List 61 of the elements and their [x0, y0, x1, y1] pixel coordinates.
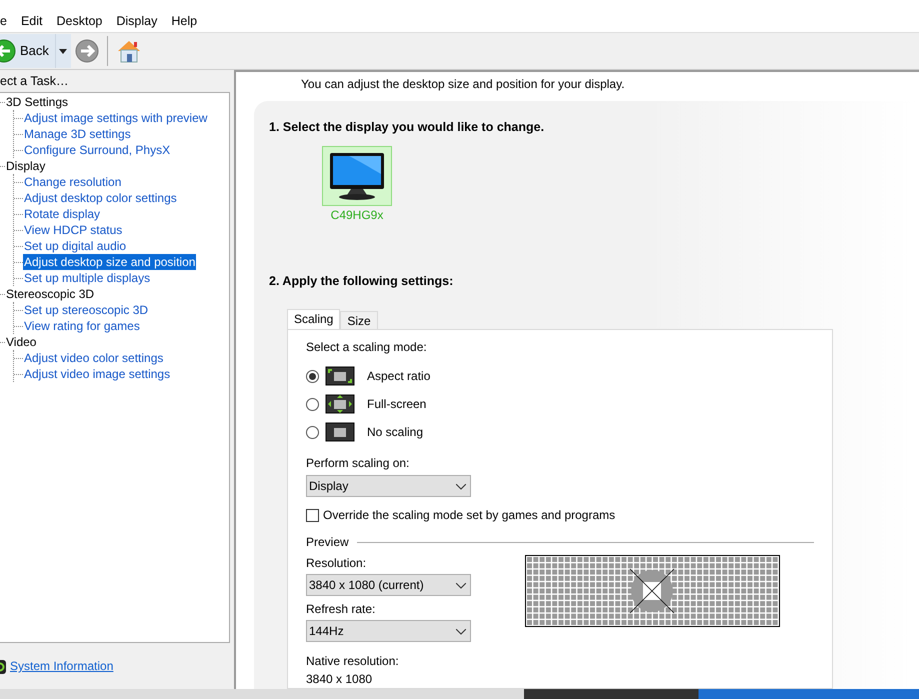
chevron-icon	[456, 582, 466, 589]
intro-text: You can adjust the desktop size and position for your display.	[300, 76, 626, 93]
dropdown[interactable]: Display	[306, 475, 471, 497]
radio-label[interactable]: Aspect ratio	[367, 367, 430, 385]
radio-label[interactable]: No scaling	[367, 423, 424, 441]
tree-link[interactable]: Configure Surround, PhysX	[23, 142, 172, 158]
radio-button[interactable]	[306, 426, 319, 438]
field-label: Select a scaling mode:	[306, 339, 428, 356]
tree-link[interactable]: Adjust desktop color settings	[23, 190, 178, 206]
tree-category[interactable]: 3D Settings	[5, 94, 70, 110]
tree-link[interactable]: View HDCP status	[23, 222, 124, 238]
display-tile[interactable]	[322, 146, 392, 206]
dropdown[interactable]: 144Hz	[306, 620, 471, 642]
radio-button[interactable]	[306, 370, 319, 382]
menu-item[interactable]: Desktop	[50, 10, 110, 32]
home-icon[interactable]	[116, 39, 142, 63]
menu-item[interactable]: Display	[109, 10, 164, 32]
field-value: 3840 x 1080	[306, 671, 374, 688]
scaling-mode-icon	[325, 366, 355, 386]
tree-category[interactable]: Stereoscopic 3D	[5, 286, 96, 302]
tree-link[interactable]: Adjust video color settings	[23, 350, 164, 366]
menu-item[interactable]: Help	[164, 10, 204, 32]
menu-item[interactable]: Edit	[14, 10, 50, 32]
field-label: Refresh rate:	[306, 601, 376, 618]
chevron-icon	[456, 628, 466, 635]
tree-link[interactable]: Adjust desktop size and position	[23, 254, 196, 270]
step-heading: 1. Select the display you would like to change.	[269, 118, 546, 136]
checkbox-label[interactable]: Override the scaling mode set by games and programs	[323, 506, 616, 524]
field-label: Resolution:	[306, 555, 368, 572]
dropdown-button[interactable]	[54, 34, 71, 68]
back-button[interactable]: Back	[0, 34, 55, 68]
scaling-mode-icon	[325, 394, 355, 414]
tab[interactable]: Scaling	[287, 309, 340, 329]
tree-link[interactable]: Change resolution	[23, 174, 122, 190]
section-label: Preview	[306, 534, 349, 551]
tree-link[interactable]: Manage 3D settings	[23, 126, 132, 142]
tree-link[interactable]: Set up stereoscopic 3D	[23, 302, 150, 318]
monitor-icon	[329, 151, 385, 202]
tree-link[interactable]: Adjust image settings with preview	[23, 110, 208, 126]
field-label: Native resolution:	[306, 653, 400, 670]
field-label: Perform scaling on:	[306, 455, 410, 472]
tree-category[interactable]: Display	[5, 158, 46, 174]
tab[interactable]: Size	[340, 311, 378, 329]
menu-item[interactable]: e	[0, 10, 14, 32]
tree-link[interactable]: Rotate display	[23, 206, 102, 222]
tree-link[interactable]: Adjust video image settings	[23, 366, 172, 382]
display-name: C49HG9x	[330, 207, 384, 224]
tree-category[interactable]: Video	[5, 334, 38, 350]
tree-link[interactable]: View rating for games	[23, 318, 141, 334]
radio-label[interactable]: Full-screen	[367, 395, 426, 413]
dropdown[interactable]: 3840 x 1080 (current)	[306, 574, 471, 596]
system-information-link[interactable]: System Information	[10, 657, 114, 675]
pane-title: ect a Task…	[0, 73, 70, 90]
tree-link[interactable]: Set up digital audio	[23, 238, 128, 254]
tree-link[interactable]: Set up multiple displays	[23, 270, 152, 286]
step-heading: 2. Apply the following settings:	[269, 273, 454, 290]
caret-icon	[59, 48, 68, 54]
checkbox[interactable]	[306, 508, 319, 522]
radio-button[interactable]	[306, 398, 319, 410]
chevron-icon	[456, 484, 466, 490]
scaling-mode-icon	[325, 422, 355, 442]
